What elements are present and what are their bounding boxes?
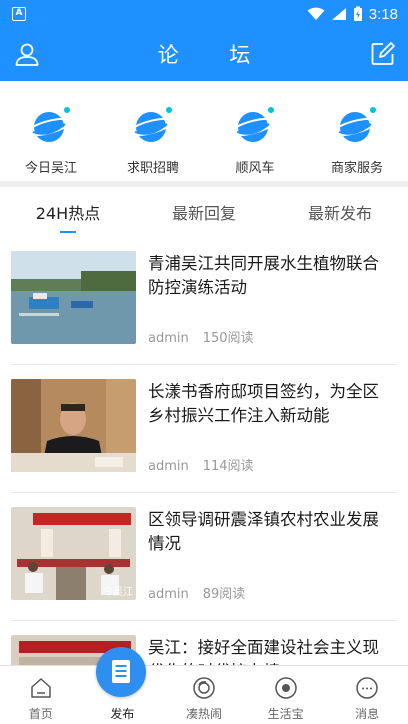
divider — [11, 492, 397, 493]
category-item-carpool[interactable]: 顺风车 — [204, 81, 306, 181]
status-icons: 3:18 — [307, 4, 398, 24]
news-read-count: 150阅读 — [202, 331, 254, 346]
news-meta: admin 89阅读 — [148, 583, 245, 602]
planet-icon — [231, 107, 276, 142]
news-author: admin — [148, 587, 189, 602]
nav-label: 发布 — [110, 707, 135, 721]
meeting-photo — [11, 379, 136, 472]
status-bar: A 3:18 — [0, 0, 408, 28]
lens-icon — [193, 677, 215, 699]
eye-icon — [274, 677, 297, 699]
tab-label: 最新回复 — [171, 204, 236, 223]
news-title: 青浦吴江共同开展水生植物联合防控演练活动 — [148, 254, 379, 297]
image-watermark: 今吴江 — [103, 587, 133, 598]
nav-label: 首页 — [28, 707, 53, 721]
news-meta: admin 114阅读 — [148, 455, 254, 474]
news-title: 长漾书香府邸项目签约，为全区乡村振兴工作注入新动能 — [148, 382, 379, 425]
nav-life[interactable]: 生活宝 — [245, 666, 327, 724]
category-label: 顺风车 — [235, 161, 275, 176]
clock: 3:18 — [368, 5, 398, 23]
news-item[interactable]: 长漾书香府邸项目签约，为全区乡村振兴工作注入新动能 admin 114阅读 — [0, 367, 408, 493]
publish-button[interactable] — [96, 647, 146, 697]
app-notification-icon: A — [12, 7, 26, 21]
nav-label: 凑热闹 — [185, 707, 222, 721]
nav-label: 消息 — [355, 707, 380, 721]
news-thumbnail: 今吴江 — [11, 507, 136, 600]
news-meta: admin 150阅读 — [148, 327, 254, 346]
publish-icon — [112, 660, 130, 683]
category-item-today-wujiang[interactable]: 今日吴江 — [0, 81, 102, 181]
category-item-merchant-services[interactable]: 商家服务 — [306, 81, 408, 181]
news-title: 区领导调研震泽镇农村农业发展情况 — [148, 510, 379, 553]
news-read-count: 89阅读 — [202, 587, 246, 602]
category-label: 今日吴江 — [24, 161, 77, 176]
compose-icon[interactable] — [370, 41, 396, 67]
page-title: 论 坛 — [157, 43, 273, 67]
nav-join-in[interactable]: 凑热闹 — [163, 666, 245, 724]
news-thumbnail — [11, 251, 136, 344]
category-label: 求职招聘 — [126, 161, 179, 176]
news-author: admin — [148, 459, 189, 474]
wifi-icon — [307, 7, 325, 20]
nav-messages[interactable]: 消息 — [326, 666, 408, 724]
news-thumbnail — [11, 379, 136, 472]
tab-label: 最新发布 — [307, 204, 372, 223]
divider — [11, 364, 397, 365]
category-label: 商家服务 — [330, 161, 383, 176]
battery-icon — [353, 6, 362, 21]
lake-photo — [11, 251, 136, 344]
category-item-jobs[interactable]: 求职招聘 — [102, 81, 204, 181]
news-read-count: 114阅读 — [202, 459, 254, 474]
bottom-navigation: 首页 发布 凑热闹 生活宝 消息 — [0, 665, 408, 724]
nav-label: 生活宝 — [267, 707, 304, 721]
home-icon — [31, 678, 51, 698]
category-grid: 今日吴江 求职招聘 顺风车 商家服务 — [0, 81, 408, 181]
app-header: 论 坛 — [0, 28, 408, 81]
active-tab-indicator — [60, 231, 76, 233]
nav-home[interactable]: 首页 — [0, 666, 82, 724]
planet-icon — [333, 107, 378, 142]
message-icon — [356, 677, 378, 699]
divider — [11, 620, 397, 621]
news-author: admin — [148, 331, 189, 346]
tab-latest-replies[interactable]: 最新回复 — [136, 187, 272, 239]
news-item[interactable]: 今吴江 区领导调研震泽镇农村农业发展情况 admin 89阅读 — [0, 495, 408, 621]
news-item[interactable]: 青浦吴江共同开展水生植物联合防控演练活动 admin 150阅读 — [0, 239, 408, 365]
signal-icon — [331, 8, 346, 20]
tab-label: 24H热点 — [35, 204, 101, 223]
tab-24h-hot[interactable]: 24H热点 — [0, 187, 136, 239]
planet-icon — [27, 107, 72, 142]
tab-latest-posts[interactable]: 最新发布 — [272, 187, 408, 239]
tab-bar: 24H热点 最新回复 最新发布 — [0, 187, 408, 239]
planet-icon — [129, 107, 174, 142]
